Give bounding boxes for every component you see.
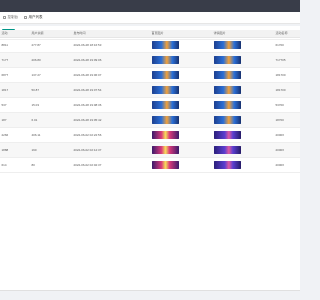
list-icon [24, 16, 27, 19]
table-cell [212, 97, 274, 113]
table-cell: 7177 [0, 52, 30, 68]
table-cell: 2022-06-28 19:09:06 [72, 52, 150, 68]
detail-image-thumbnail[interactable] [213, 130, 241, 139]
table-cell [212, 112, 274, 128]
tab-user-list-label: 用户列表 [28, 15, 43, 19]
table-cell [212, 157, 274, 173]
table-cell: 2022-06-28 18:16:53 [72, 37, 150, 53]
header-cell[interactable]: 首页图片 [150, 30, 212, 38]
tab-bar: 控制台 用户列表 [0, 12, 300, 24]
table-cell [150, 67, 212, 83]
table-cell: 2022-06-02 02:22:56 [72, 127, 150, 143]
table-cell: 614 [0, 157, 30, 173]
table-cell: 53700 [274, 97, 300, 113]
detail-image-thumbnail[interactable] [213, 70, 241, 79]
table-cell: 2266 [0, 127, 30, 143]
table-cell [150, 52, 212, 68]
table-cell: 190 [30, 142, 72, 158]
table-cell: 2022-06-28 19:05:42 [72, 112, 150, 128]
table-row[interactable]: 187 6.01 2022-06-28 19:05:42 18700 [0, 112, 300, 128]
table-cell: 61700 [274, 37, 300, 53]
header-cell[interactable]: 用户余额 [30, 30, 72, 38]
table-cell [150, 82, 212, 98]
header-cell[interactable]: 详情图片 [212, 30, 274, 38]
table-cell [150, 127, 212, 143]
home-icon [3, 16, 6, 19]
table-cell: 15.03 [30, 97, 72, 113]
table-cell: 2000X [274, 142, 300, 158]
table-cell [212, 142, 274, 158]
header-cell[interactable]: 活动 [0, 30, 30, 38]
table-row[interactable]: 2266 406.11 2022-06-02 02:22:56 2000X [0, 127, 300, 143]
table-cell [150, 112, 212, 128]
tab-console-label: 控制台 [7, 15, 19, 19]
table-cell: 6877 [0, 67, 30, 83]
table-cell: 2022-06-02 02:02:37 [72, 157, 150, 173]
home-image-thumbnail[interactable] [151, 145, 179, 154]
table-cell: 2022-06-28 19:08:36 [72, 97, 150, 113]
detail-image-thumbnail[interactable] [213, 115, 241, 124]
home-image-thumbnail[interactable] [151, 40, 179, 49]
table-cell: 2022-06-28 19:07:54 [72, 82, 150, 98]
table-cell [212, 82, 274, 98]
table-cell: 406.11 [30, 127, 72, 143]
table-cell: 8811 [0, 37, 30, 53]
table-cell [212, 37, 274, 53]
table-cell: 6.01 [30, 112, 72, 128]
table-cell: 18700 [274, 112, 300, 128]
table-cell: 181700 [274, 67, 300, 83]
table-row[interactable]: 7177 206.80 2022-06-28 19:09:06 717705 [0, 52, 300, 68]
detail-image-thumbnail[interactable] [213, 145, 241, 154]
table-cell: 80 [30, 157, 72, 173]
table-row[interactable]: 537 15.03 2022-06-28 19:08:36 53700 [0, 97, 300, 113]
table-cell: 187 [0, 112, 30, 128]
home-image-thumbnail[interactable] [151, 85, 179, 94]
header-cell[interactable]: 发布时间 [72, 30, 150, 38]
home-image-thumbnail[interactable] [151, 130, 179, 139]
table-cell [150, 37, 212, 53]
table-cell [212, 52, 274, 68]
header-cell[interactable]: 活动名称 [274, 30, 300, 38]
detail-image-thumbnail[interactable] [213, 40, 241, 49]
top-navbar [0, 0, 300, 12]
home-image-thumbnail[interactable] [151, 115, 179, 124]
table-row[interactable]: 8811 277.87 2022-06-28 18:16:53 61700 [0, 37, 300, 53]
detail-image-thumbnail[interactable] [213, 100, 241, 109]
data-table: 活动 用户余额 发布时间 首页图片 详情图片 活动名称 8811 277.87 20… [0, 30, 300, 173]
table-cell: 2000X [274, 157, 300, 173]
home-image-thumbnail[interactable] [151, 100, 179, 109]
table-cell [150, 157, 212, 173]
home-image-thumbnail[interactable] [151, 55, 179, 64]
table-cell [150, 97, 212, 113]
tab-console[interactable]: 控制台 [0, 12, 21, 24]
table-header-row: 活动 用户余额 发布时间 首页图片 详情图片 活动名称 [0, 30, 300, 38]
table-cell: 2022-06-28 19:06:07 [72, 67, 150, 83]
table-cell [212, 67, 274, 83]
table-cell: 717705 [274, 52, 300, 68]
table-cell: 2022-06-02 02:12:37 [72, 142, 150, 158]
table-cell: 137.27 [30, 67, 72, 83]
table-cell: 1817 [0, 82, 30, 98]
table-cell [212, 127, 274, 143]
table-cell: 50.87 [30, 82, 72, 98]
table-cell: 277.87 [30, 37, 72, 53]
home-image-thumbnail[interactable] [151, 160, 179, 169]
table-row[interactable]: 614 80 2022-06-02 02:02:37 2000X [0, 157, 300, 173]
table-row[interactable]: 1817 50.87 2022-06-28 19:07:54 181700 [0, 82, 300, 98]
tab-user-list[interactable]: 用户列表 [21, 12, 46, 24]
table-cell: 181700 [274, 82, 300, 98]
table-cell [150, 142, 212, 158]
table-cell: 2000X [274, 127, 300, 143]
detail-image-thumbnail[interactable] [213, 160, 241, 169]
table-cell: 206.80 [30, 52, 72, 68]
footer-bar [0, 290, 300, 300]
table-row[interactable]: 1888 190 2022-06-02 02:12:37 2000X [0, 142, 300, 158]
table-body: 8811 277.87 2022-06-28 18:16:53 61700 7177 20… [0, 37, 300, 173]
table-row[interactable]: 6877 137.27 2022-06-28 19:06:07 181700 [0, 67, 300, 83]
detail-image-thumbnail[interactable] [213, 55, 241, 64]
table-cell: 1888 [0, 142, 30, 158]
table-cell: 537 [0, 97, 30, 113]
home-image-thumbnail[interactable] [151, 70, 179, 79]
detail-image-thumbnail[interactable] [213, 85, 241, 94]
